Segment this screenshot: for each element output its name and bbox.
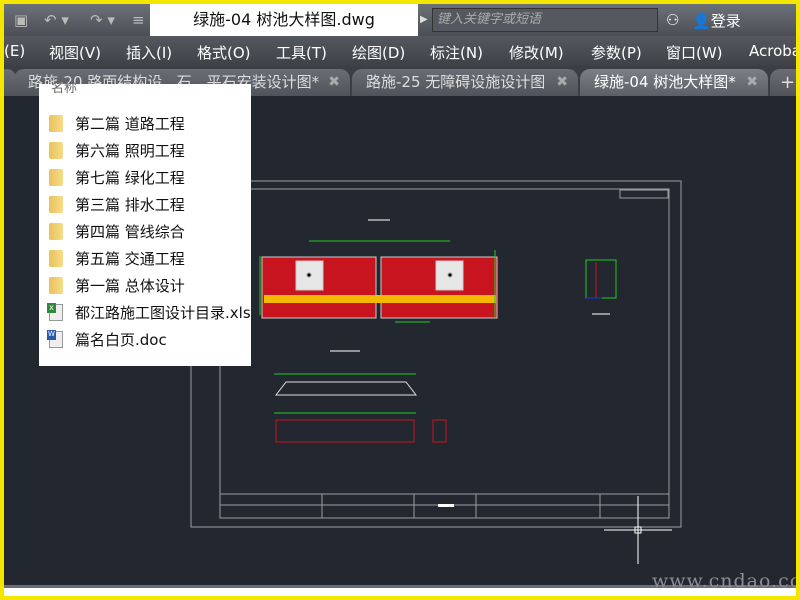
menu-parameter[interactable]: 参数(P) — [591, 42, 642, 63]
menu-view[interactable]: 视图(V) — [49, 42, 101, 63]
expand-search-icon[interactable]: ▶ — [420, 14, 428, 25]
user-icon: 👤 — [692, 12, 711, 30]
list-item[interactable]: 第七篇 绿化工程 — [49, 166, 185, 190]
search-input[interactable]: 键入关键字或短语 — [432, 8, 658, 32]
close-icon[interactable]: ✖ — [556, 69, 568, 96]
menu-tools[interactable]: 工具(T) — [276, 42, 327, 63]
list-item[interactable]: 第六篇 照明工程 — [49, 139, 185, 163]
list-item[interactable]: 都江路施工图设计目录.xls — [47, 301, 251, 325]
item-label: 第一篇 总体设计 — [75, 277, 185, 295]
redo-icon[interactable]: ↷ ▾ — [90, 11, 115, 29]
menu-bar: (E) 视图(V) 插入(I) 格式(O) 工具(T) 绘图(D) 标注(N) … — [4, 36, 796, 66]
item-label: 第五篇 交通工程 — [75, 250, 185, 268]
folder-icon — [49, 223, 63, 240]
title-bar: ▣ ↶ ▾ ↷ ▾ ≡ 绿施-04 树池大样图.dwg ▶ 键入关键字或短语 ⚇… — [4, 4, 796, 36]
item-label: 第三篇 排水工程 — [75, 196, 185, 214]
close-icon[interactable]: ✖ — [746, 69, 758, 96]
menu-window[interactable]: 窗口(W) — [666, 42, 723, 63]
curb-elevation — [274, 219, 447, 443]
folder-icon — [49, 142, 63, 159]
tab-tree-pool[interactable]: 绿施-04 树池大样图* ✖ — [580, 69, 768, 96]
list-item[interactable]: 第一篇 总体设计 — [49, 274, 185, 298]
item-label: 都江路施工图设计目录.xls — [75, 304, 251, 322]
folder-icon — [49, 169, 63, 186]
tab-accessibility[interactable]: 路施-25 无障碍设施设计图 ✖ — [352, 69, 578, 96]
tab-label: 绿施-04 树池大样图* — [594, 73, 736, 91]
outer-frame — [190, 180, 682, 528]
folder-icon — [49, 196, 63, 213]
customize-quick-access-icon[interactable]: ≡ — [132, 11, 145, 29]
menu-modify[interactable]: 修改(M) — [509, 42, 564, 63]
tab-label: 路施-25 无障碍设施设计图 — [366, 73, 546, 91]
new-tab-button[interactable]: + — [770, 69, 796, 96]
folder-icon — [49, 115, 63, 132]
item-label: 第四篇 管线综合 — [75, 223, 185, 241]
excel-file-icon — [47, 303, 63, 321]
item-label: 第六篇 照明工程 — [75, 142, 185, 160]
autocad-window: ▣ ↶ ▾ ↷ ▾ ≡ 绿施-04 树池大样图.dwg ▶ 键入关键字或短语 ⚇… — [4, 4, 796, 596]
menu-acrobat[interactable]: Acroba — [749, 42, 796, 60]
column-header-name[interactable]: 名称 — [51, 77, 77, 96]
title-block — [220, 189, 669, 518]
list-item[interactable]: 第五篇 交通工程 — [49, 247, 185, 271]
watermark: www.cndao.com — [652, 570, 796, 592]
login-label: 登录 — [710, 12, 741, 30]
word-file-icon — [47, 330, 63, 348]
menu-insert[interactable]: 插入(I) — [126, 42, 172, 63]
item-label: 第七篇 绿化工程 — [75, 169, 185, 187]
menu-edit[interactable]: (E) — [4, 42, 25, 60]
undo-icon[interactable]: ↶ ▾ — [44, 11, 69, 29]
document-title: 绿施-04 树池大样图.dwg — [150, 4, 418, 36]
list-item[interactable]: 第二篇 道路工程 — [49, 112, 185, 136]
application-menu-icon[interactable]: ▣ — [14, 11, 28, 29]
folder-icon — [49, 250, 63, 267]
list-item[interactable]: 篇名白页.doc — [47, 328, 167, 352]
close-icon[interactable]: ✖ — [328, 69, 340, 96]
folder-icon — [49, 277, 63, 294]
login-button[interactable]: 👤登录 — [692, 10, 741, 31]
item-label: 篇名白页.doc — [75, 331, 167, 349]
tree-pool-plan — [259, 240, 498, 323]
list-item[interactable]: 第四篇 管线综合 — [49, 220, 185, 244]
menu-dimension[interactable]: 标注(N) — [430, 42, 483, 63]
menu-draw[interactable]: 绘图(D) — [352, 42, 405, 63]
section-detail — [585, 259, 617, 315]
inner-frame — [219, 188, 670, 519]
item-label: 第二篇 道路工程 — [75, 115, 185, 133]
file-list-popup: 名称 第二篇 道路工程 第六篇 照明工程 第七篇 绿化工程 第三篇 排水工程 第… — [39, 81, 251, 366]
menu-format[interactable]: 格式(O) — [197, 42, 251, 63]
crosshair-cursor — [604, 496, 672, 564]
list-item[interactable]: 第三篇 排水工程 — [49, 193, 185, 217]
binoculars-icon[interactable]: ⚇ — [666, 11, 679, 29]
